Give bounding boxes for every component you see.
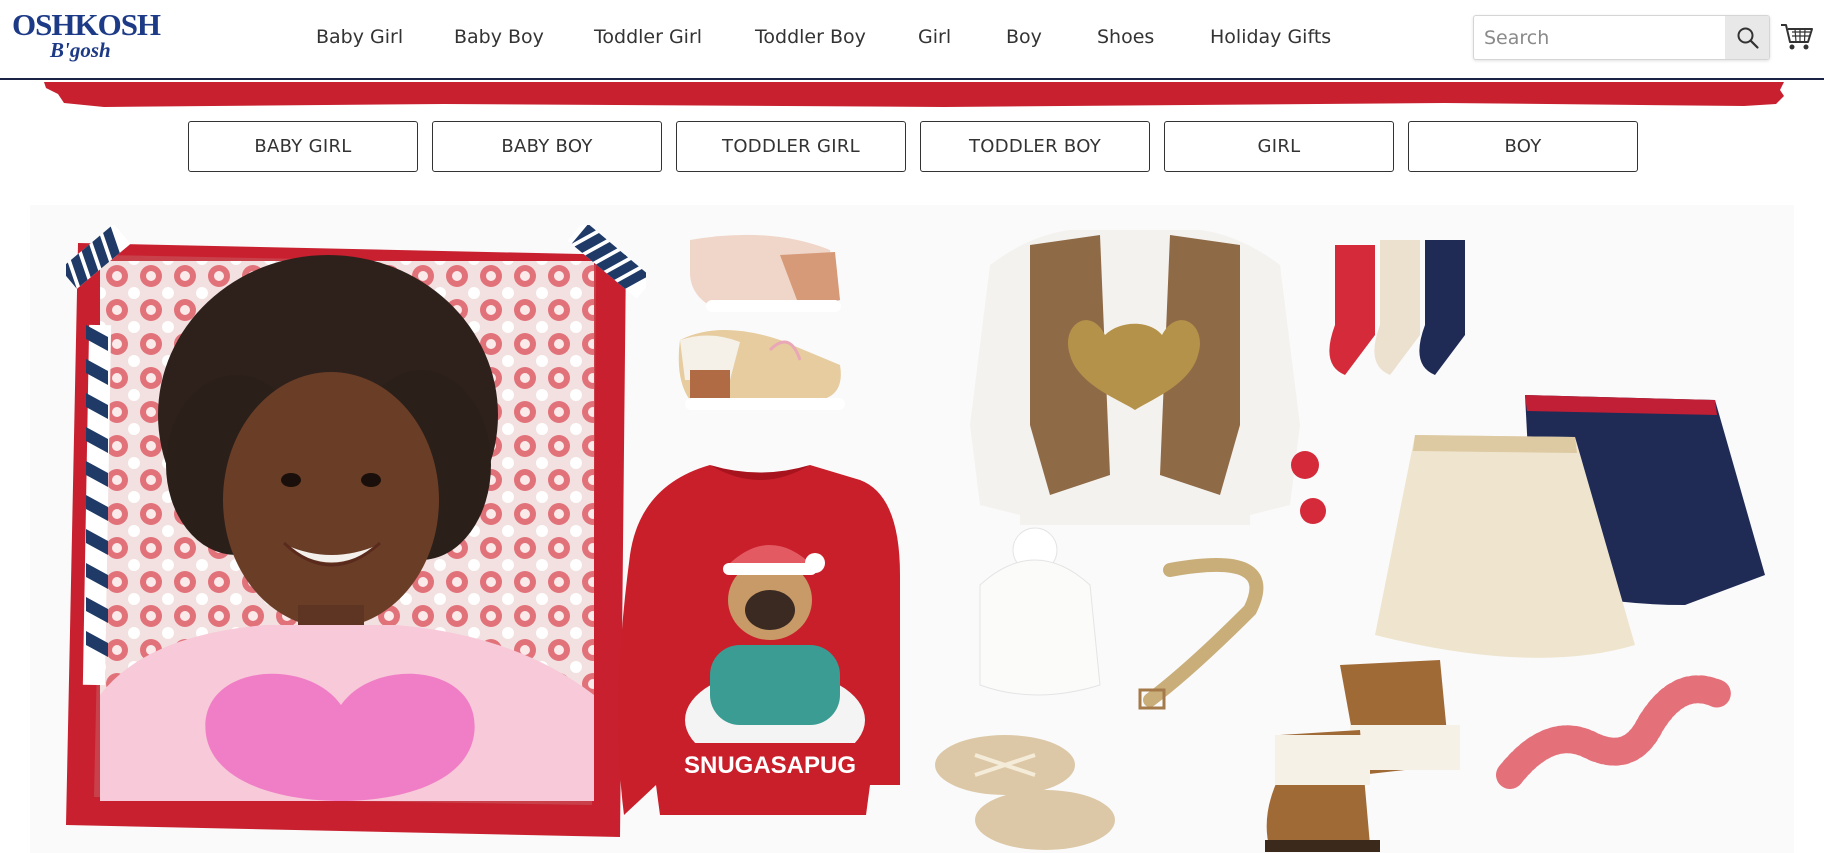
search-button[interactable] xyxy=(1725,16,1769,59)
category-baby-boy-button[interactable]: BABY BOY xyxy=(432,121,662,172)
nav-holiday-gifts[interactable]: Holiday Gifts xyxy=(1210,26,1331,52)
child-photo-frame xyxy=(66,225,646,837)
skirts-photo xyxy=(1375,395,1765,658)
knit-hat-photo xyxy=(979,527,1101,696)
nav-toddler-boy[interactable]: Toddler Boy xyxy=(755,26,866,52)
site-header: OSHKOSH B'gosh Baby Girl Baby Boy Toddle… xyxy=(0,0,1824,80)
pompoms-photo xyxy=(1291,451,1326,524)
sneakers-photo xyxy=(678,234,845,410)
category-girl-button[interactable]: GIRL xyxy=(1164,121,1394,172)
nav-girl[interactable]: Girl xyxy=(918,26,951,52)
category-toddler-boy-button[interactable]: TODDLER BOY xyxy=(920,121,1150,172)
nav-toddler-girl[interactable]: Toddler Girl xyxy=(594,26,702,52)
holiday-banner-strip xyxy=(44,82,1784,107)
logo-wordmark: OSHKOSH xyxy=(12,7,161,42)
ballet-flats-photo xyxy=(935,735,1115,850)
nav-baby-boy[interactable]: Baby Boy xyxy=(454,26,544,52)
boots-photo xyxy=(1265,660,1460,852)
fur-vest-sweater-photo xyxy=(970,230,1300,525)
search-input[interactable] xyxy=(1474,16,1725,59)
pug-sweater-photo: SNUGASAPUG xyxy=(618,465,900,815)
nav-boy[interactable]: Boy xyxy=(1006,26,1042,52)
holiday-hero-banner[interactable]: SNUGASAPUG xyxy=(30,205,1794,853)
nav-shoes[interactable]: Shoes xyxy=(1097,26,1154,52)
logo-subwordmark: B'gosh xyxy=(50,38,111,62)
shopping-cart-icon xyxy=(1781,24,1813,50)
slinky-toy-photo xyxy=(1496,675,1734,789)
sweater-caption: SNUGASAPUG xyxy=(684,752,856,779)
search-icon xyxy=(1737,27,1759,49)
nav-baby-girl[interactable]: Baby Girl xyxy=(316,26,403,52)
cart-button[interactable] xyxy=(1780,20,1814,54)
search-box xyxy=(1473,15,1770,60)
category-baby-girl-button[interactable]: BABY GIRL xyxy=(188,121,418,172)
category-toddler-girl-button[interactable]: TODDLER GIRL xyxy=(676,121,906,172)
category-boy-button[interactable]: BOY xyxy=(1408,121,1638,172)
oshkosh-logo[interactable]: OSHKOSH B'gosh xyxy=(12,8,161,70)
